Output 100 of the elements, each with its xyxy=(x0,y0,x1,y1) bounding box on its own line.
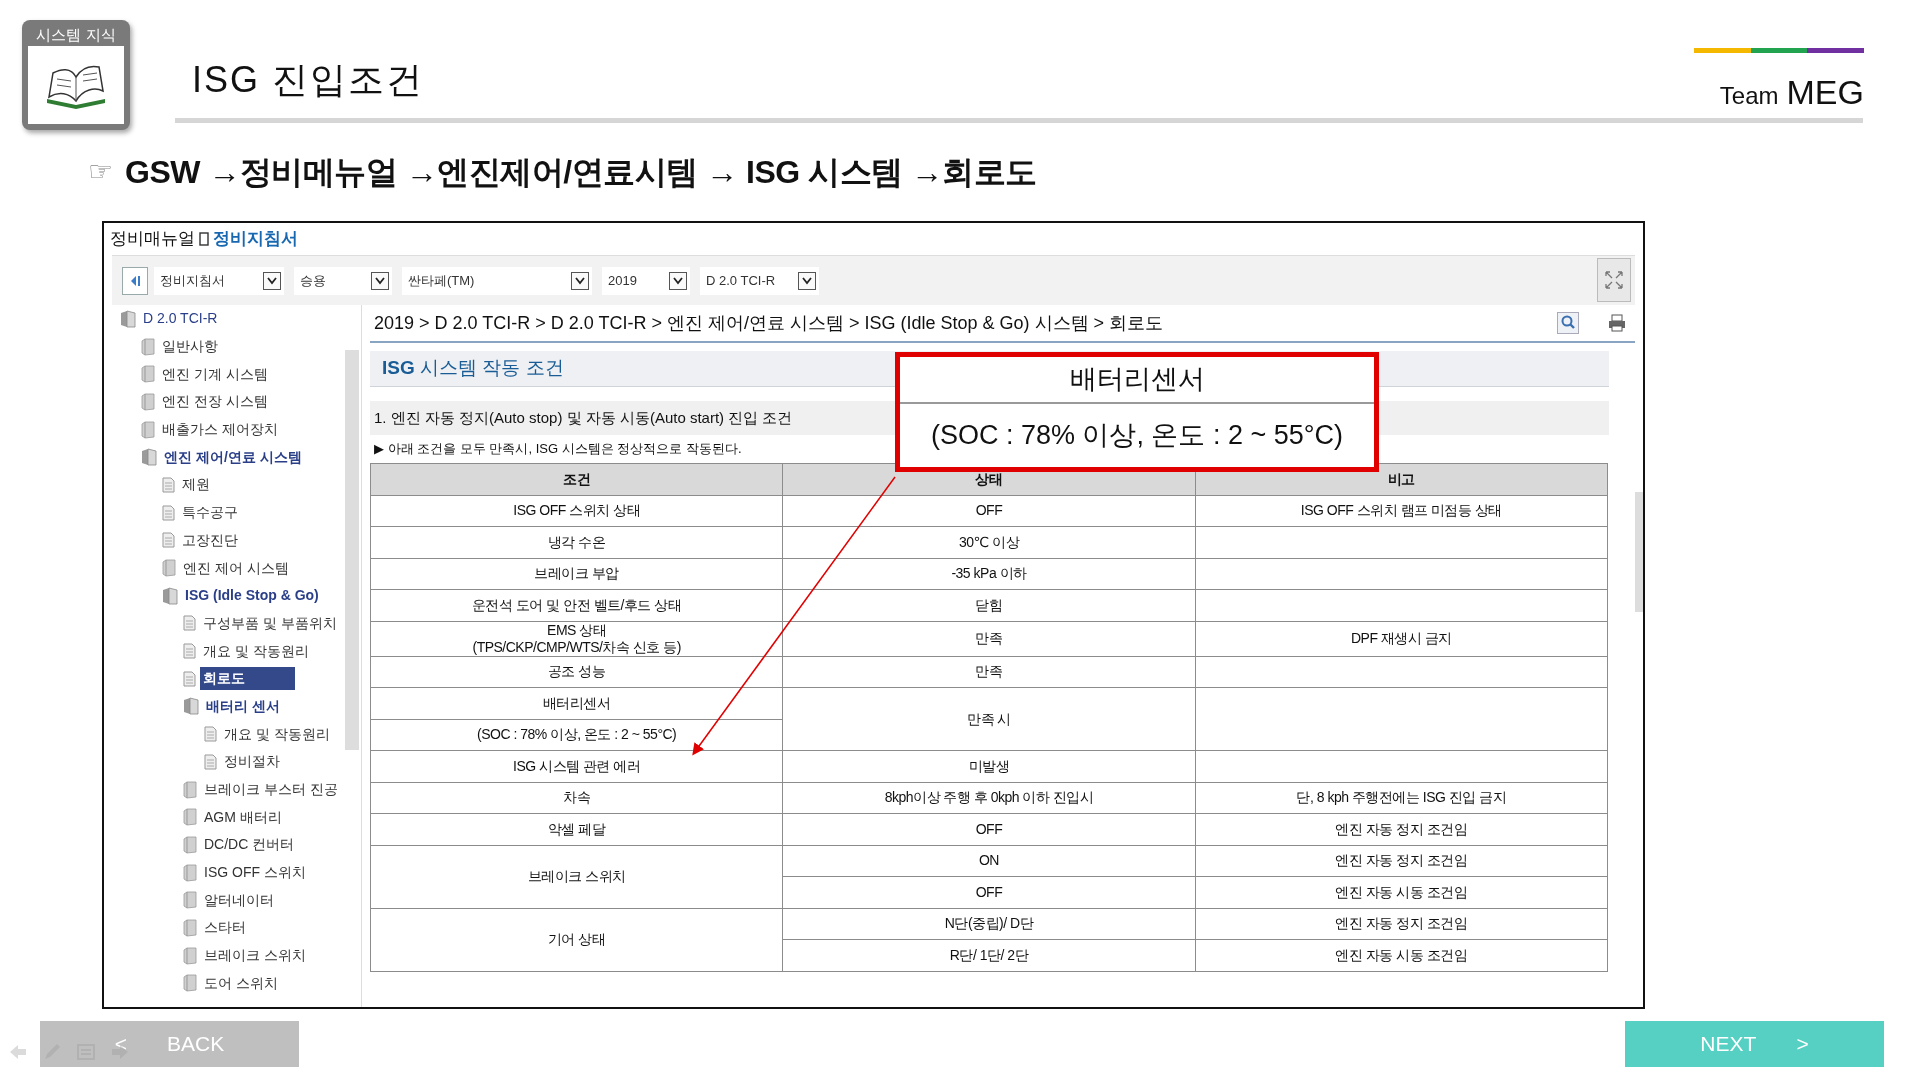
collapse-button[interactable] xyxy=(122,266,148,295)
book-icon xyxy=(183,835,197,854)
open-book-icon xyxy=(162,586,178,605)
collapse-icon xyxy=(129,274,141,287)
open-book-icon xyxy=(120,309,136,328)
tree-item[interactable]: 일반사항 xyxy=(159,335,221,359)
table-cell: ISG OFF 스위치 램프 미점등 상태 xyxy=(1195,495,1608,527)
team-label: Team xyxy=(1719,81,1779,111)
book-icon xyxy=(141,392,155,411)
book-icon xyxy=(183,808,197,827)
dropdown[interactable]: 승용 xyxy=(294,266,392,295)
book-icon xyxy=(183,863,197,882)
book-icon xyxy=(141,365,155,384)
caret-icon xyxy=(375,276,385,285)
book-icon xyxy=(183,946,197,965)
tree-item[interactable]: 엔진 기계 시스템 xyxy=(159,362,271,386)
tree-item[interactable]: 배출가스 제어장치 xyxy=(159,418,281,442)
tree-item[interactable]: AGM 배터리 xyxy=(201,805,285,829)
caret-icon xyxy=(267,276,277,285)
subheading: 1. 엔진 자동 정지(Auto stop) 및 자동 시동(Auto start) 진입 조건 xyxy=(374,407,793,428)
table-cell: 만족 xyxy=(782,621,1196,656)
table-cell: 브레이크 부압 xyxy=(370,558,783,590)
tree-item[interactable]: 개요 및 작동원리 xyxy=(221,722,333,746)
expand-button[interactable] xyxy=(1597,258,1631,302)
tree-item[interactable]: 배터리 센서 xyxy=(203,694,283,718)
book-icon xyxy=(183,918,197,937)
table-cell: 8kph이상 주행 후 0kph 이하 진입시 xyxy=(782,782,1196,814)
tree-item[interactable]: 개요 및 작동원리 xyxy=(200,639,312,663)
table-cell: OFF xyxy=(782,495,1196,527)
tree-item[interactable]: 특수공구 xyxy=(179,501,241,525)
table-cell: 차속 xyxy=(370,782,783,814)
callout-title: 배터리센서 xyxy=(1069,363,1205,397)
table-cell: 미발생 xyxy=(782,750,1196,782)
tree-item[interactable]: DC/DC 컨버터 xyxy=(201,833,298,857)
tree-item[interactable]: 엔진 전장 시스템 xyxy=(159,390,271,414)
table-cell: EMS 상태 (TPS/CKP/CMP/WTS/차속 신호 등) xyxy=(370,621,783,656)
back-arrow-icon[interactable] xyxy=(8,1043,28,1061)
table-cell: OFF xyxy=(782,876,1196,908)
table-cell: N단(중립)/ D단 xyxy=(782,908,1196,940)
scrollbar[interactable] xyxy=(345,350,359,750)
tree-item[interactable]: 엔진 제어 시스템 xyxy=(180,556,292,580)
table-cell: 악셀 페달 xyxy=(370,813,783,845)
manual-subtitle: 정비지침서 xyxy=(213,228,298,251)
caret-icon xyxy=(673,276,683,285)
book-icon xyxy=(183,974,197,993)
table-cell: 냉각 수온 xyxy=(370,526,783,558)
print-icon[interactable] xyxy=(1607,313,1627,333)
note-text: ▶ 아래 조건을 모두 만족시, ISG 시스템은 정상적으로 작동된다. xyxy=(374,441,742,456)
manual-title: 정비매뉴얼 xyxy=(110,228,195,251)
table-cell: R단/ 1단/ 2단 xyxy=(782,939,1196,971)
section-heading: ISG 시스템 작동 조건 xyxy=(382,356,564,381)
tree-item[interactable]: ISG OFF 스위치 xyxy=(201,861,309,885)
tree-item[interactable]: 엔진 제어/연료 시스템 xyxy=(161,445,305,469)
book-icon xyxy=(183,780,197,799)
column-header: 조건 xyxy=(370,463,783,495)
box-icon xyxy=(199,232,209,246)
search-icon[interactable] xyxy=(1557,312,1579,334)
table-cell: 30℃ 이상 xyxy=(782,526,1196,558)
table-cell: 만족 시 xyxy=(782,687,1196,751)
tree-item[interactable]: 알터네이터 xyxy=(201,888,277,912)
tree-item[interactable]: ISG (Idle Stop & Go) xyxy=(182,584,322,608)
navigation-path: GSW →정비메뉴얼 →엔진제어/연료시템 → ISG 시스템 →회로도 xyxy=(125,153,1037,192)
dropdown[interactable]: 2019 xyxy=(602,266,690,295)
tree-item[interactable]: 구성부품 및 부품위치 xyxy=(200,611,340,635)
dropdown[interactable]: 싼타페(TM) xyxy=(402,266,592,295)
document-icon xyxy=(162,532,175,549)
open-book-icon xyxy=(183,697,199,716)
book-icon xyxy=(141,337,155,356)
pointer-hand: ☞ xyxy=(88,155,114,189)
table-cell: DPF 재생시 금지 xyxy=(1195,621,1608,656)
table-cell: 엔진 자동 정지 조건임 xyxy=(1195,908,1608,940)
table-cell: 엔진 자동 시동 조건임 xyxy=(1195,876,1608,908)
table-cell: 엔진 자동 시동 조건임 xyxy=(1195,939,1608,971)
tree-item[interactable]: 제원 xyxy=(179,473,213,497)
tree-item[interactable]: 도어 스위치 xyxy=(201,971,281,995)
table-cell: 공조 성능 xyxy=(370,656,783,688)
book-icon xyxy=(162,559,176,578)
document-icon xyxy=(204,753,217,770)
caret-icon xyxy=(575,276,585,285)
tree-item[interactable]: 고장진단 xyxy=(179,528,241,552)
document-icon xyxy=(204,726,217,743)
callout-text: (SOC : 78% 이상, 온도 : 2 ~ 55°C) xyxy=(930,419,1344,453)
tree-item[interactable]: D 2.0 TCI-R xyxy=(140,307,221,331)
tree-item[interactable]: 브레이크 부스터 진공 xyxy=(201,778,341,802)
table-cell: ISG OFF 스위치 상태 xyxy=(370,495,783,527)
document-icon xyxy=(183,615,196,632)
dropdown[interactable]: 정비지침서 xyxy=(154,266,284,295)
tree-item[interactable]: 정비절차 xyxy=(221,750,283,774)
tree-item[interactable]: 스타터 xyxy=(201,916,249,940)
table-cell: 기어 상태 xyxy=(370,908,783,971)
caret-icon xyxy=(802,276,812,285)
document-icon xyxy=(162,476,175,493)
tree-item[interactable]: 브레이크 스위치 xyxy=(201,944,309,968)
badge-label: 시스템 지식 xyxy=(35,25,117,45)
book-icon xyxy=(141,420,155,439)
slide-title: ISG 진입조건 xyxy=(192,58,425,102)
breadcrumb: 2019 > D 2.0 TCI-R > D 2.0 TCI-R > 엔진 제어/연료 시스템 > ISG (Idle Stop & Go) 시스템 > 회로도 xyxy=(374,311,1165,335)
dropdown[interactable]: D 2.0 TCI-R xyxy=(700,266,819,295)
tree-item[interactable]: 회로도 xyxy=(200,667,295,691)
table-cell: 브레이크 스위치 xyxy=(370,845,783,908)
